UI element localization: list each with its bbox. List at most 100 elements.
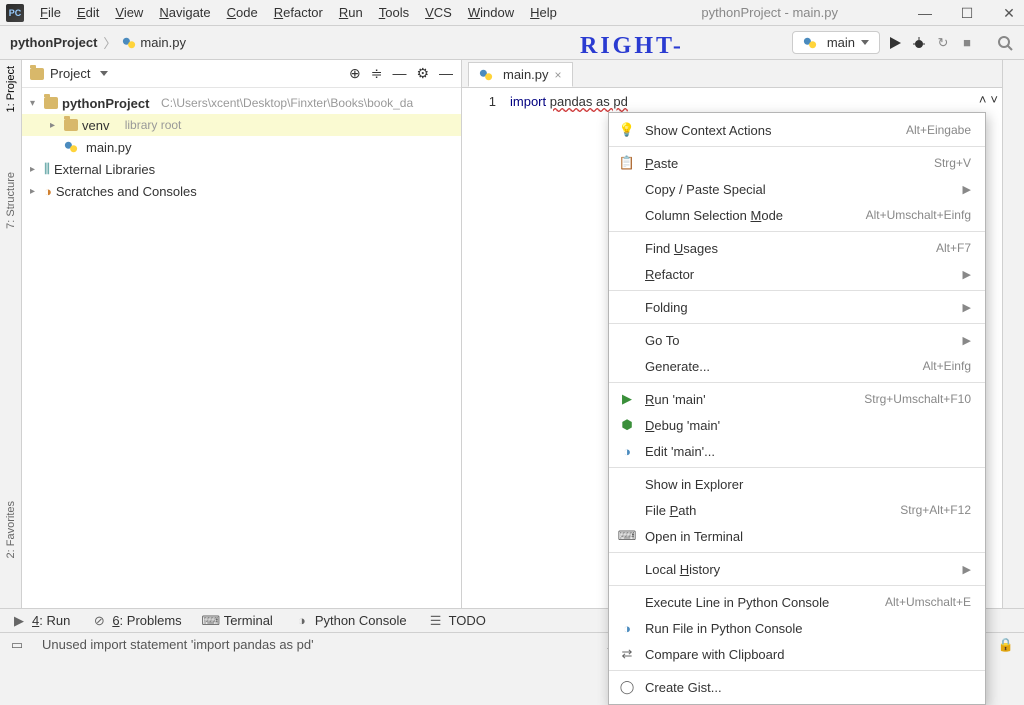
blank-icon — [619, 181, 635, 197]
locate-icon[interactable]: ⊕ — [349, 65, 361, 82]
ctx-shortcut: Alt+Eingabe — [906, 123, 971, 137]
scratches-icon: ◑ — [44, 184, 52, 199]
ctx-generate[interactable]: Generate...Alt+Einfg — [609, 353, 985, 379]
tree-main-file[interactable]: main.py — [22, 136, 461, 158]
rail-structure[interactable]: 7: Structure — [5, 172, 17, 229]
editor-tab-main[interactable]: main.py × — [468, 62, 573, 87]
next-hl-icon[interactable]: ˅ — [990, 92, 998, 107]
ctx-item-label: Show in Explorer — [645, 477, 971, 492]
ctx-show-in-explorer[interactable]: Show in Explorer — [609, 471, 985, 497]
ctx-refactor[interactable]: Refactor▶ — [609, 261, 985, 287]
ctx-execute-line-in-python-console[interactable]: Execute Line in Python ConsoleAlt+Umscha… — [609, 589, 985, 615]
menu-navigate[interactable]: Navigate — [151, 2, 218, 23]
ctx-item-label: Compare with Clipboard — [645, 647, 971, 662]
right-tool-rail — [1002, 60, 1024, 616]
blank-icon — [619, 266, 635, 282]
ctx-item-label: Edit 'main'... — [645, 444, 971, 459]
menu-vcs[interactable]: VCS — [417, 2, 460, 23]
menu-code[interactable]: Code — [219, 2, 266, 23]
submenu-arrow-icon: ▶ — [963, 563, 971, 576]
ctx-folding[interactable]: Folding▶ — [609, 294, 985, 320]
tree-scratches[interactable]: ▸ ◑ Scratches and Consoles — [22, 180, 461, 202]
terminal-icon: ⌨ — [619, 528, 635, 544]
toolwindow-todo[interactable]: ☰TODO — [429, 613, 486, 628]
minimize-button[interactable]: — — [916, 4, 934, 22]
toolwindow-python-console[interactable]: ◑Python Console — [295, 613, 407, 628]
toolwindow-run[interactable]: ▶4: Run — [12, 613, 70, 628]
ctx-shortcut: Alt+Umschalt+Einfg — [866, 208, 971, 222]
ctx-file-path[interactable]: File PathStrg+Alt+F12 — [609, 497, 985, 523]
chevron-right-icon[interactable]: ▸ — [50, 120, 60, 131]
code-text: pandas as pd — [550, 94, 628, 109]
blank-icon — [619, 332, 635, 348]
python-file-icon — [479, 68, 493, 82]
status-icon[interactable]: ▭ — [10, 638, 24, 652]
menu-window[interactable]: Window — [460, 2, 522, 23]
ctx-copy-paste-special[interactable]: Copy / Paste Special▶ — [609, 176, 985, 202]
ctx-open-in-terminal[interactable]: ⌨ Open in Terminal — [609, 523, 985, 549]
run-config-dropdown[interactable]: main — [792, 31, 880, 54]
project-tool-window: Project ⊕ ≑ — ⚙ — ▾ pythonProject C:\Use… — [22, 60, 462, 616]
tree-root[interactable]: ▾ pythonProject C:\Users\xcent\Desktop\F… — [22, 92, 461, 114]
chevron-down-icon[interactable]: ▾ — [30, 98, 40, 109]
ctx-go-to[interactable]: Go To▶ — [609, 327, 985, 353]
project-view-dropdown-icon[interactable] — [100, 71, 108, 76]
close-tab-icon[interactable]: × — [555, 68, 562, 82]
toolwindow-problems[interactable]: ⊘6: Problems — [92, 613, 181, 628]
ctx-paste[interactable]: 📋PasteStrg+V — [609, 150, 985, 176]
rerun-button[interactable]: ↻ — [934, 34, 952, 52]
ctx-compare-with-clipboard[interactable]: ⇄Compare with Clipboard — [609, 641, 985, 667]
chevron-down-icon — [861, 40, 869, 45]
prev-hl-icon[interactable]: ˄ — [979, 92, 987, 107]
terminal-icon: ⌨ — [204, 614, 218, 628]
rail-favorites[interactable]: 2: Favorites — [5, 501, 17, 558]
menu-refactor[interactable]: Refactor — [266, 2, 331, 23]
project-panel-title[interactable]: Project — [50, 66, 90, 81]
project-tree[interactable]: ▾ pythonProject C:\Users\xcent\Desktop\F… — [22, 88, 461, 616]
tree-venv[interactable]: ▸ venv library root — [22, 114, 461, 136]
editor-context-menu: 💡Show Context ActionsAlt+Eingabe 📋PasteSt… — [608, 112, 986, 705]
search-everywhere-button[interactable] — [996, 34, 1014, 52]
ctx-item-label: Run File in Python Console — [645, 621, 971, 636]
rail-project[interactable]: 1: Project — [5, 66, 17, 112]
close-button[interactable]: ✕ — [1000, 4, 1018, 22]
ctx-debug-main[interactable]: ⬢Debug 'main' — [609, 412, 985, 438]
ctx-shortcut: Alt+F7 — [936, 241, 971, 255]
ctx-item-label: Open in Terminal — [645, 529, 971, 544]
chevron-right-icon[interactable]: ▸ — [30, 186, 40, 197]
ctx-find-usages[interactable]: Find UsagesAlt+F7 — [609, 235, 985, 261]
ctx-edit-main[interactable]: ◑Edit 'main'... — [609, 438, 985, 464]
ctx-column-selection-mode[interactable]: Column Selection ModeAlt+Umschalt+Einfg — [609, 202, 985, 228]
breadcrumb-file[interactable]: main.py — [140, 35, 186, 50]
menu-edit[interactable]: Edit — [69, 2, 107, 23]
lock-icon[interactable]: 🔒 — [998, 637, 1014, 653]
ctx-show-context-actions[interactable]: 💡Show Context ActionsAlt+Eingabe — [609, 117, 985, 143]
breadcrumb-sep-icon: 〉 — [97, 33, 122, 52]
chevron-right-icon[interactable]: ▸ — [30, 164, 40, 175]
menu-file[interactable]: File — [32, 2, 69, 23]
run-button[interactable] — [886, 34, 904, 52]
ctx-run-main[interactable]: ▶Run 'main'Strg+Umschalt+F10 — [609, 386, 985, 412]
ctx-shortcut: Alt+Einfg — [923, 359, 971, 373]
expand-all-icon[interactable]: ≑ — [371, 65, 383, 82]
menu-tools[interactable]: Tools — [371, 2, 417, 23]
menu-help[interactable]: Help — [522, 2, 565, 23]
ctx-local-history[interactable]: Local History▶ — [609, 556, 985, 582]
gear-icon[interactable]: ⚙ — [416, 65, 429, 82]
menu-run[interactable]: Run — [331, 2, 371, 23]
breadcrumb-project[interactable]: pythonProject — [10, 35, 97, 50]
collapse-all-icon[interactable]: — — [392, 65, 406, 82]
maximize-button[interactable]: ☐ — [958, 4, 976, 22]
hide-panel-icon[interactable]: — — [439, 65, 453, 82]
tree-root-path: C:\Users\xcent\Desktop\Finxter\Books\boo… — [161, 96, 413, 110]
tree-external-libs[interactable]: ▸ ⫼ External Libraries — [22, 158, 461, 180]
submenu-arrow-icon: ▶ — [963, 301, 971, 314]
toolwindow-terminal[interactable]: ⌨Terminal — [204, 613, 273, 628]
ctx-create-gist[interactable]: ◯Create Gist... — [609, 674, 985, 700]
menu-view[interactable]: View — [107, 2, 151, 23]
stop-button[interactable]: ■ — [958, 34, 976, 52]
ctx-item-label: Execute Line in Python Console — [645, 595, 875, 610]
ctx-run-file-in-python-console[interactable]: ◑Run File in Python Console — [609, 615, 985, 641]
debug-button[interactable] — [910, 34, 928, 52]
tree-venv-name: venv — [82, 118, 109, 133]
